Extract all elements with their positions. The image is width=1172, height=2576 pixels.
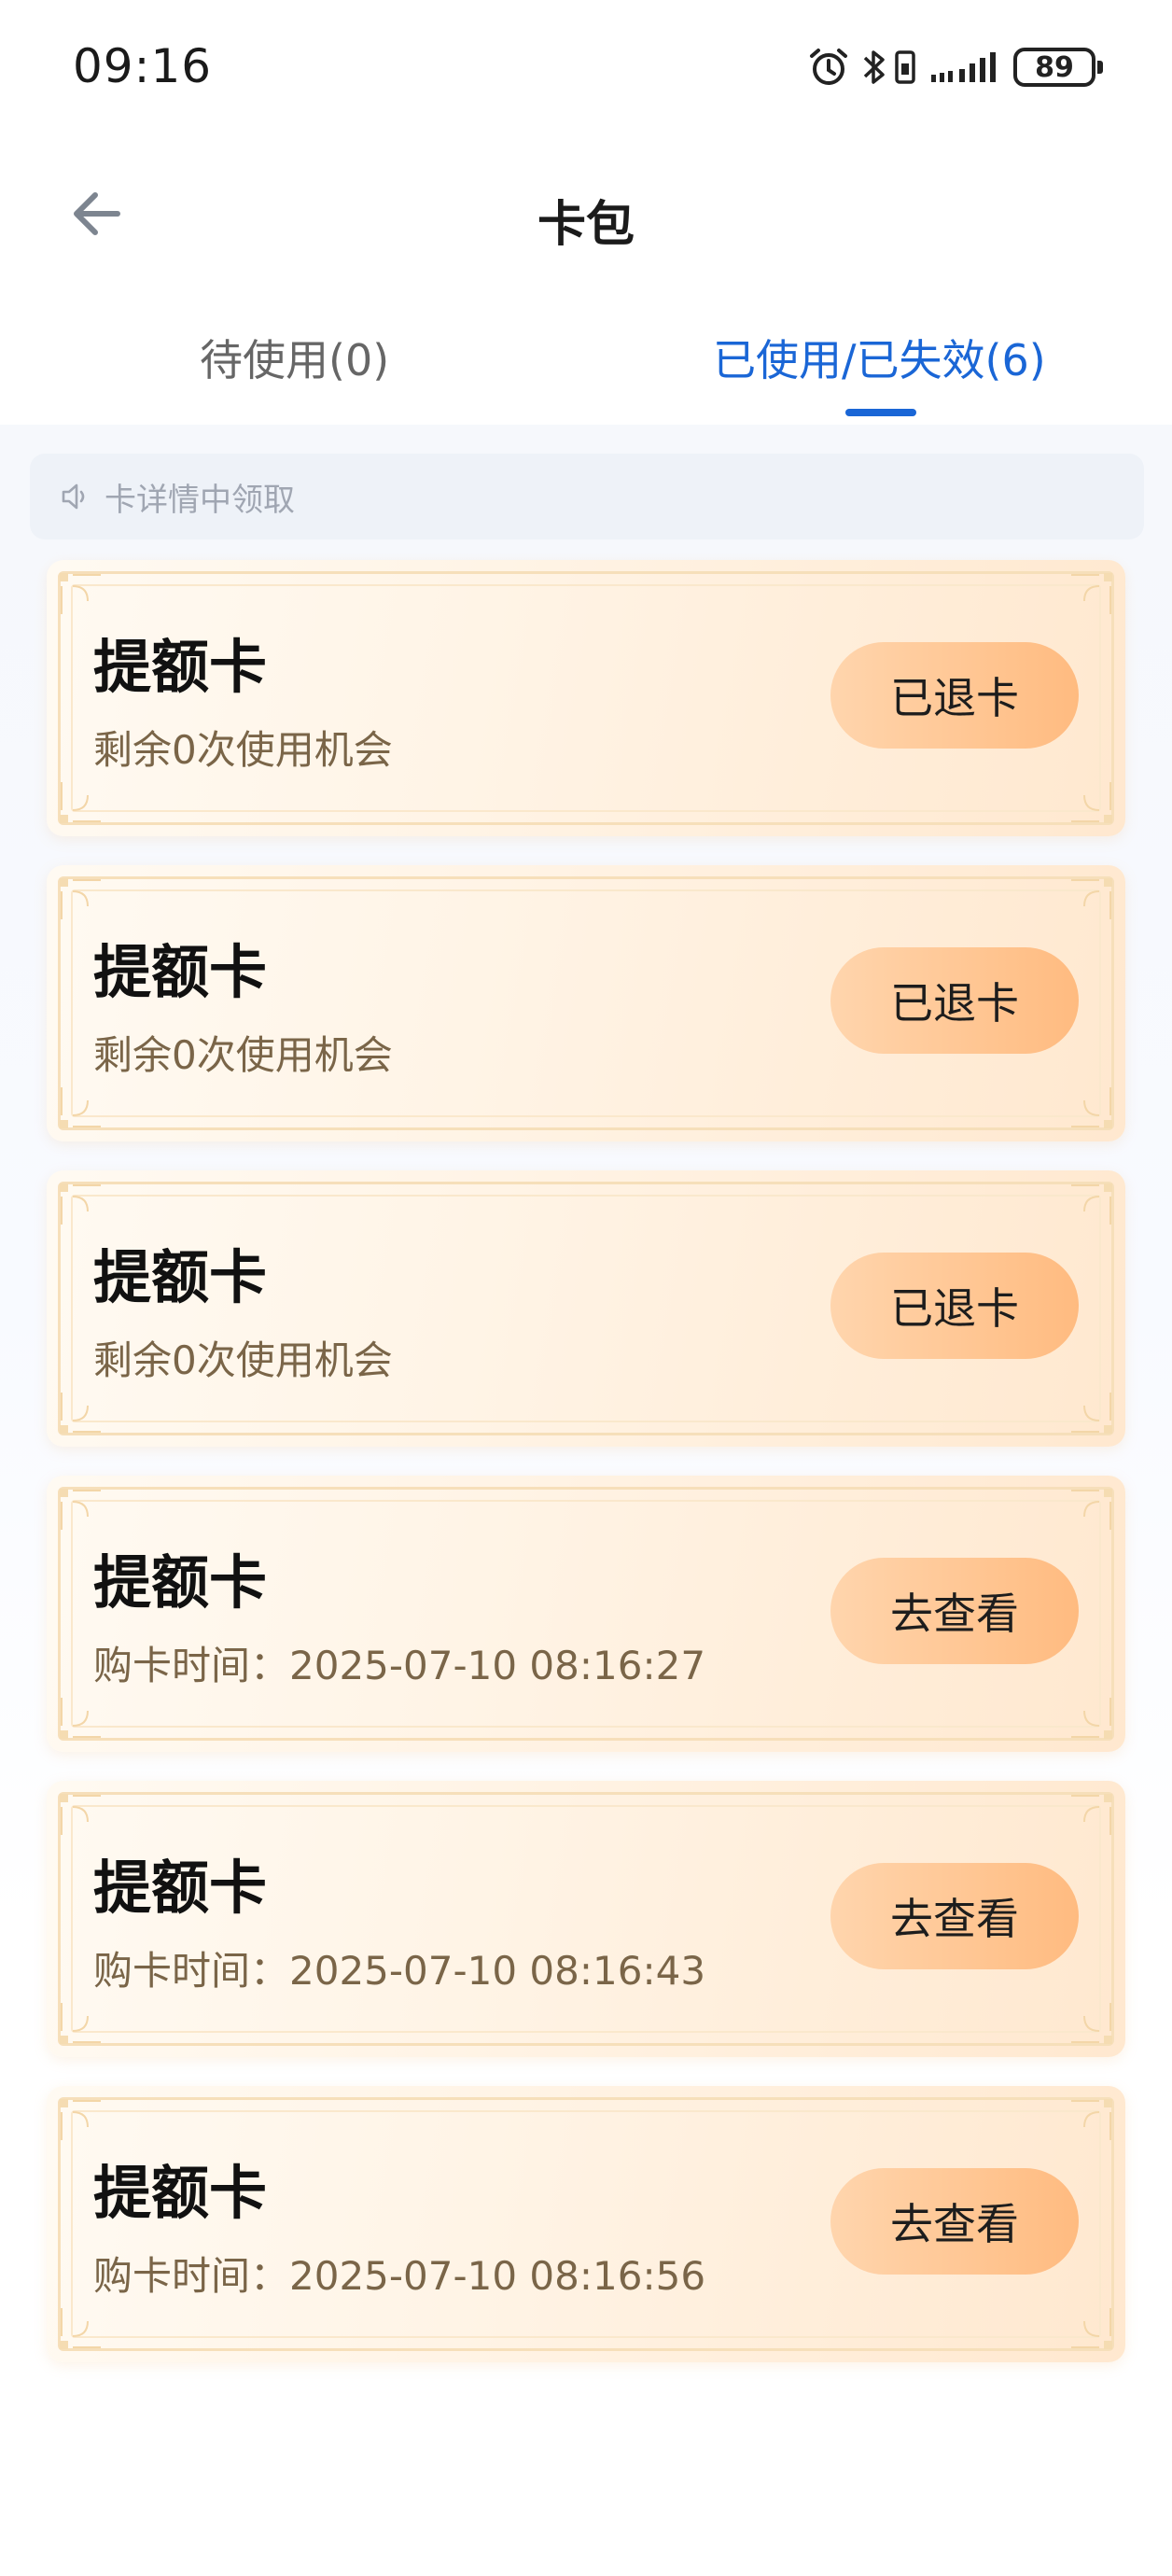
- card-item: 提额卡 购卡时间：2025-07-10 08:16:56 去查看: [47, 2086, 1125, 2362]
- card-action-button[interactable]: 去查看: [830, 1863, 1079, 1969]
- corner-ornament-icon: [60, 1489, 103, 1532]
- card-title: 提额卡: [93, 1548, 268, 1617]
- card-item: 提额卡 剩余0次使用机会 已退卡: [47, 1170, 1125, 1447]
- card-subtitle: 剩余0次使用机会: [93, 1032, 393, 1078]
- corner-ornament-icon: [60, 1183, 103, 1226]
- card-action-button[interactable]: 已退卡: [830, 642, 1079, 749]
- corner-ornament-icon: [60, 2001, 103, 2044]
- corner-ornament-icon: [1069, 780, 1112, 823]
- corner-ornament-icon: [1069, 878, 1112, 921]
- tab-active-indicator: [845, 409, 916, 416]
- card-item: 提额卡 购卡时间：2025-07-10 08:16:43 去查看: [47, 1781, 1125, 2057]
- tab-used[interactable]: 已使用/已失效(6): [713, 327, 1046, 388]
- corner-ornament-icon: [60, 780, 103, 823]
- card-item: 提额卡 剩余0次使用机会 已退卡: [47, 560, 1125, 836]
- corner-ornament-icon: [60, 2306, 103, 2349]
- status-icons: 89: [806, 41, 1103, 93]
- status-bar: 09:16 89: [0, 0, 1172, 135]
- corner-ornament-icon: [60, 573, 103, 616]
- card-title: 提额卡: [93, 633, 268, 701]
- corner-ornament-icon: [1069, 2001, 1112, 2044]
- tab-bar: 待使用(0) 已使用/已失效(6): [0, 299, 1172, 420]
- tab-pending[interactable]: 待使用(0): [200, 327, 389, 388]
- corner-ornament-icon: [1069, 2099, 1112, 2142]
- corner-ornament-icon: [60, 2099, 103, 2142]
- corner-ornament-icon: [1069, 1183, 1112, 1226]
- notice-text: 卡详情中领取: [105, 482, 295, 519]
- card-action-button[interactable]: 去查看: [830, 2168, 1079, 2275]
- card-subtitle: 剩余0次使用机会: [93, 727, 393, 773]
- card-subtitle: 购卡时间：2025-07-10 08:16:27: [93, 1643, 706, 1688]
- card-title: 提额卡: [93, 1854, 268, 1922]
- card-action-button[interactable]: 已退卡: [830, 947, 1079, 1054]
- card-action-button[interactable]: 已退卡: [830, 1253, 1079, 1359]
- corner-ornament-icon: [1069, 1696, 1112, 1739]
- card-item: 提额卡 剩余0次使用机会 已退卡: [47, 865, 1125, 1141]
- corner-ornament-icon: [1069, 573, 1112, 616]
- corner-ornament-icon: [1069, 1085, 1112, 1128]
- corner-ornament-icon: [1069, 1391, 1112, 1434]
- corner-ornament-icon: [60, 1696, 103, 1739]
- card-action-button[interactable]: 去查看: [830, 1558, 1079, 1664]
- battery-icon: 89: [1013, 48, 1103, 87]
- corner-ornament-icon: [60, 1794, 103, 1837]
- header: 卡包: [0, 140, 1172, 289]
- bluetooth-icon: [860, 45, 888, 90]
- card-title: 提额卡: [93, 2159, 268, 2227]
- corner-ornament-icon: [60, 1085, 103, 1128]
- alarm-icon: [806, 45, 851, 90]
- corner-ornament-icon: [60, 878, 103, 921]
- corner-ornament-icon: [60, 1391, 103, 1434]
- speaker-icon: [58, 480, 91, 513]
- corner-ornament-icon: [1069, 1794, 1112, 1837]
- status-time: 09:16: [73, 39, 213, 93]
- card-title: 提额卡: [93, 1243, 268, 1311]
- card-title: 提额卡: [93, 938, 268, 1006]
- vibrate-icon: [892, 45, 918, 90]
- notice-bar: 卡详情中领取: [30, 454, 1144, 539]
- corner-ornament-icon: [1069, 2306, 1112, 2349]
- card-item: 提额卡 购卡时间：2025-07-10 08:16:27 去查看: [47, 1476, 1125, 1752]
- corner-ornament-icon: [1069, 1489, 1112, 1532]
- card-subtitle: 剩余0次使用机会: [93, 1337, 393, 1383]
- signal-icon: [929, 45, 1000, 90]
- card-subtitle: 购卡时间：2025-07-10 08:16:56: [93, 2253, 706, 2299]
- page-title: 卡包: [537, 197, 635, 253]
- card-subtitle: 购卡时间：2025-07-10 08:16:43: [93, 1948, 706, 1994]
